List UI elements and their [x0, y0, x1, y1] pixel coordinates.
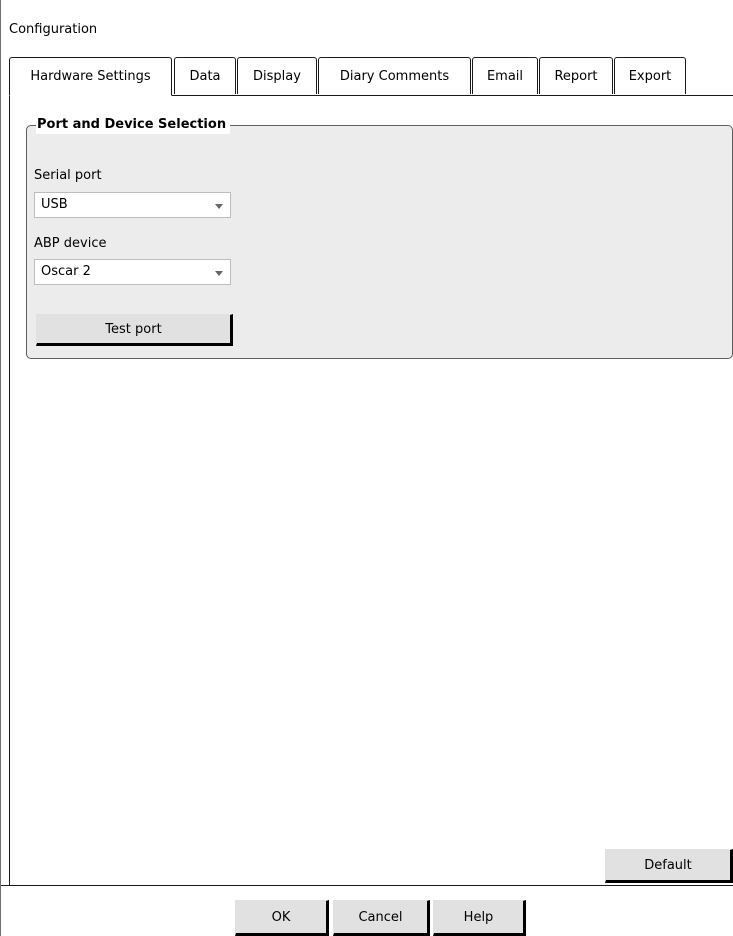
serial-port-label: Serial port: [34, 168, 102, 183]
tab-hardware-settings[interactable]: Hardware Settings: [9, 57, 172, 96]
test-port-button[interactable]: Test port: [36, 314, 233, 346]
tab-display[interactable]: Display: [237, 57, 317, 94]
abp-device-dropdown[interactable]: Oscar 2: [34, 259, 231, 285]
serial-port-value: USB: [41, 197, 68, 212]
chevron-down-icon[interactable]: [215, 204, 223, 209]
help-button[interactable]: Help: [433, 900, 526, 936]
configuration-window: Configuration Hardware Settings Data Dis…: [0, 0, 733, 936]
tab-email[interactable]: Email: [472, 57, 538, 94]
serial-port-dropdown[interactable]: USB: [34, 192, 231, 218]
tab-diary-comments[interactable]: Diary Comments: [318, 57, 471, 94]
footer-divider: [1, 885, 733, 886]
abp-device-label: ABP device: [34, 236, 107, 251]
ok-button[interactable]: OK: [235, 900, 329, 936]
groupbox-title: Port and Device Selection: [36, 116, 231, 134]
chevron-down-icon[interactable]: [215, 271, 223, 276]
window-title: Configuration: [9, 22, 98, 37]
default-button[interactable]: Default: [605, 849, 733, 883]
tab-report[interactable]: Report: [539, 57, 613, 94]
tab-data[interactable]: Data: [174, 57, 236, 94]
tab-export[interactable]: Export: [614, 57, 686, 94]
abp-device-value: Oscar 2: [41, 264, 91, 279]
cancel-button[interactable]: Cancel: [333, 900, 430, 936]
